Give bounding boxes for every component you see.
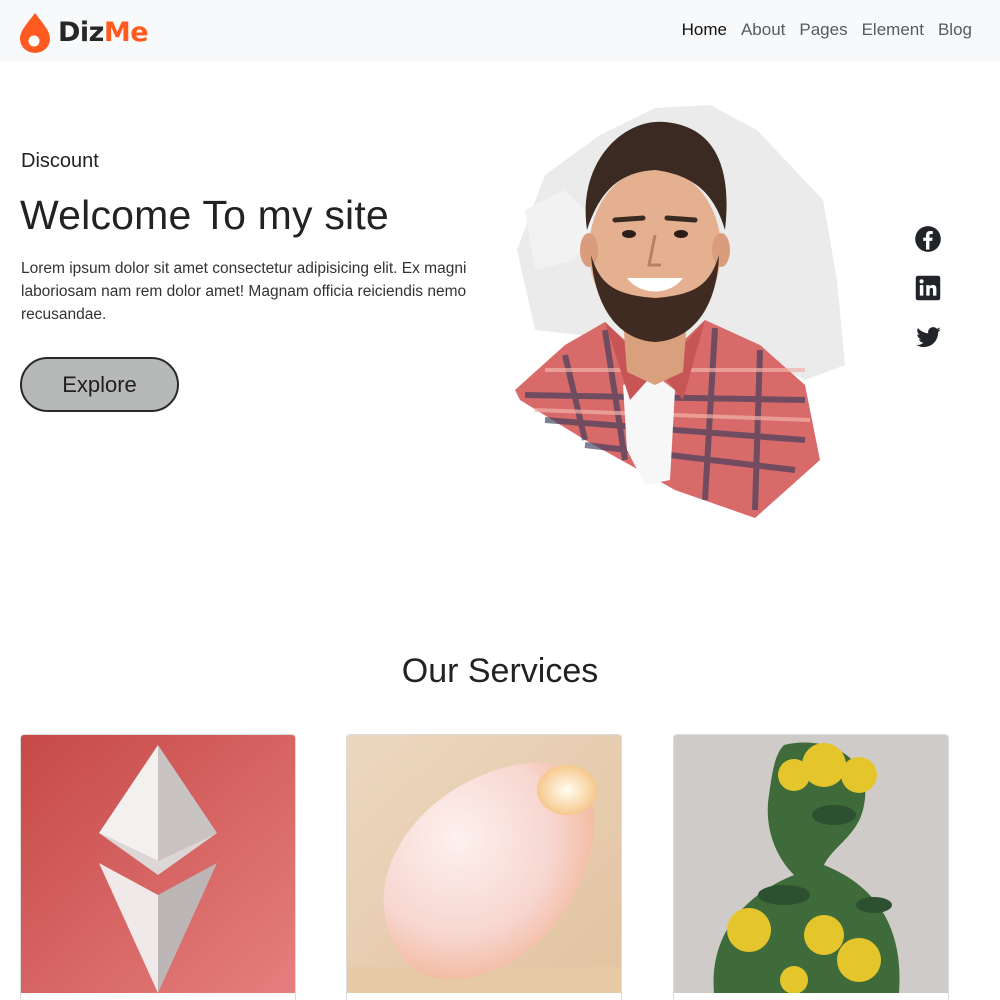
services-title: Our Services [401, 652, 599, 690]
service-card[interactable] [673, 734, 949, 1000]
facebook-icon[interactable] [914, 225, 942, 253]
linkedin-icon[interactable] [914, 274, 942, 302]
service-card[interactable] [346, 734, 622, 1000]
nav-blog[interactable]: Blog [938, 20, 972, 40]
main-nav: Home About Pages Element Blog [668, 20, 972, 40]
egg-lamp-image [347, 735, 621, 993]
nav-about[interactable]: About [741, 20, 785, 40]
nav-element[interactable]: Element [862, 20, 924, 40]
ethereum-crystal-image [21, 735, 295, 993]
hero-eyebrow: Discount [21, 150, 99, 172]
social-links [914, 225, 944, 372]
brand-logo[interactable]: DizMe [18, 10, 149, 54]
nav-pages[interactable]: Pages [799, 20, 847, 40]
navbar: DizMe Home About Pages Element Blog [0, 0, 1000, 62]
floral-bust-image [674, 735, 948, 993]
nav-home[interactable]: Home [682, 20, 727, 40]
hero-title: Welcome To my site [20, 192, 389, 238]
hero-portrait-image [515, 105, 845, 518]
explore-button[interactable]: Explore [20, 357, 179, 412]
twitter-icon[interactable] [914, 323, 942, 351]
hero-text: Lorem ipsum dolor sit amet consectetur a… [21, 260, 467, 323]
service-card[interactable] [20, 734, 296, 1000]
drop-logo-icon [20, 13, 50, 53]
brand-name: DizMe [58, 16, 149, 48]
